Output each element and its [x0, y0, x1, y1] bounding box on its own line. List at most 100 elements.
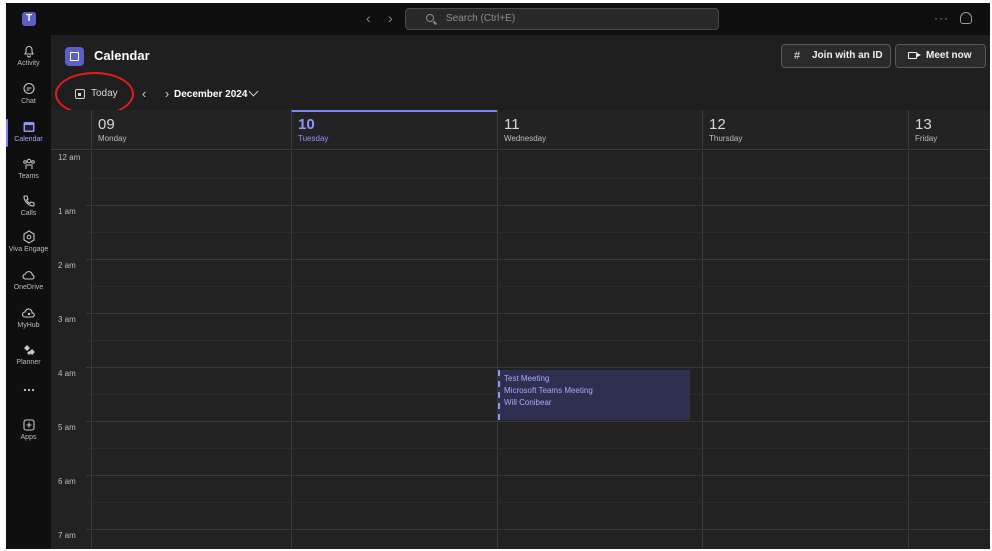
hour-gridline — [86, 421, 990, 422]
rail-item-label: Chat — [21, 98, 36, 105]
calendar-toolbar: Today ‹ › December 2024 — [51, 72, 990, 116]
back-arrow-icon[interactable]: ‹ — [366, 10, 371, 26]
rail-item-label: Apps — [20, 434, 37, 441]
rail-item-label: MyHub — [17, 322, 40, 329]
time-label: 7 am — [58, 531, 76, 540]
video-camera-icon — [908, 52, 917, 59]
phone-icon — [6, 194, 51, 208]
add-apps-icon — [6, 418, 51, 432]
rail-item-myhub[interactable]: MyHub — [6, 303, 51, 339]
hour-gridline — [86, 205, 990, 206]
search-placeholder: Search (Ctrl+E) — [446, 13, 516, 24]
rail-item-label: Calls — [20, 210, 37, 217]
day-divider — [91, 151, 92, 549]
event-title: Test Meeting — [504, 374, 550, 383]
day-number: 12 — [709, 116, 726, 133]
join-with-id-label: Join with an ID — [812, 50, 883, 61]
time-label: 6 am — [58, 477, 76, 486]
day-number: 10 — [298, 116, 315, 133]
time-label: 1 am — [58, 207, 76, 216]
rail-item-calendar[interactable]: Calendar — [6, 117, 51, 153]
rail-item-chat[interactable]: Chat — [6, 79, 51, 115]
rail-item-more[interactable] — [6, 380, 51, 416]
month-picker[interactable]: December 2024 — [174, 89, 247, 100]
day-divider — [497, 151, 498, 549]
calendar-icon — [6, 120, 51, 134]
page-title: Calendar — [94, 48, 150, 63]
bell-icon — [6, 44, 51, 58]
event-organizer: Will Conibear — [504, 398, 552, 407]
calendar-header: Calendar # Join with an ID Meet now — [51, 35, 990, 79]
day-name: Wednesday — [504, 134, 547, 143]
rail-item-planner[interactable]: Planner — [6, 340, 51, 376]
day-divider — [291, 151, 292, 549]
day-name: Monday — [98, 134, 127, 143]
hour-gridline — [86, 313, 990, 314]
meet-now-label: Meet now — [926, 50, 972, 61]
day-column-header[interactable]: 12 Thursday — [702, 110, 908, 150]
time-grid[interactable]: 7 am 6 am 5 am 4 am 3 am 2 am 1 am 12 am Test M… — [51, 151, 990, 549]
time-label: 12 am — [58, 153, 81, 162]
half-hour-gridline — [86, 178, 990, 179]
search-input[interactable]: Search (Ctrl+E) — [405, 8, 719, 30]
hash-icon: # — [794, 50, 801, 62]
day-number: 09 — [98, 116, 115, 133]
day-name: Friday — [915, 134, 938, 143]
cloud-icon — [6, 268, 51, 282]
time-label: 5 am — [58, 423, 76, 432]
rail-item-label: Planner — [16, 359, 41, 366]
rail-item-activity[interactable]: Activity — [6, 41, 51, 77]
half-hour-gridline — [86, 232, 990, 233]
title-bar: T ‹ › Search (Ctrl+E) ··· — [6, 3, 990, 35]
rail-item-label: Calendar — [14, 136, 43, 143]
day-header-row: 09 Monday 10 Tuesday 11 Wednesday 12 Thursday 13… — [51, 110, 990, 150]
viva-engage-icon — [6, 230, 51, 244]
rail-item-teams[interactable]: Teams — [6, 154, 51, 190]
previous-week-button[interactable]: ‹ — [137, 86, 151, 102]
rail-item-label: Activity — [17, 60, 40, 67]
week-grid: 09 Monday 10 Tuesday 11 Wednesday 12 Thursday 13… — [51, 110, 990, 549]
event-location: Microsoft Teams Meeting — [504, 386, 593, 395]
next-week-button[interactable]: › — [160, 86, 174, 102]
rail-item-label: Viva Engage — [8, 246, 49, 253]
day-number: 11 — [504, 116, 520, 133]
rail-item-viva-engage[interactable]: Viva Engage — [6, 227, 51, 263]
more-apps-icon — [6, 383, 51, 397]
teams-logo-icon: T — [22, 12, 36, 26]
half-hour-gridline — [86, 502, 990, 503]
chevron-down-icon[interactable] — [248, 86, 259, 97]
day-column-header[interactable]: 10 Tuesday — [291, 110, 497, 150]
rail-item-onedrive[interactable]: OneDrive — [6, 265, 51, 301]
rail-item-apps[interactable]: Apps — [6, 415, 51, 451]
join-with-id-button[interactable]: # Join with an ID — [781, 44, 891, 68]
time-label: 4 am — [58, 369, 76, 378]
forward-arrow-icon[interactable]: › — [388, 10, 393, 26]
more-options-icon[interactable]: ··· — [934, 11, 949, 25]
profile-icon[interactable] — [960, 12, 972, 24]
day-divider — [908, 151, 909, 549]
day-column-header[interactable]: 13 Friday — [908, 110, 990, 150]
chat-icon — [6, 82, 51, 96]
day-column-header[interactable]: 09 Monday — [91, 110, 291, 150]
teams-window: T ‹ › Search (Ctrl+E) ··· Activity Chat Ca… — [6, 3, 990, 549]
time-label: 3 am — [58, 315, 76, 324]
day-divider — [702, 151, 703, 549]
rail-item-calls[interactable]: Calls — [6, 191, 51, 227]
app-rail: Activity Chat Calendar Teams Calls Viva Engag… — [6, 35, 51, 549]
planner-icon — [6, 343, 51, 357]
day-name: Tuesday — [298, 134, 329, 143]
day-name: Thursday — [709, 134, 743, 143]
meeting-event[interactable]: Test Meeting Microsoft Teams Meeting Wil… — [498, 370, 690, 420]
meet-now-button[interactable]: Meet now — [895, 44, 986, 68]
hour-gridline — [86, 259, 990, 260]
hour-gridline — [86, 367, 990, 368]
teams-icon — [6, 157, 51, 171]
rail-item-label: Teams — [18, 173, 39, 180]
hour-gridline — [86, 475, 990, 476]
hour-gridline — [86, 529, 990, 530]
rail-item-label: OneDrive — [13, 284, 44, 291]
half-hour-gridline — [86, 286, 990, 287]
day-column-header[interactable]: 11 Wednesday — [497, 110, 702, 150]
myhub-icon — [6, 306, 51, 320]
chevron-left-icon: ‹ — [141, 86, 147, 101]
